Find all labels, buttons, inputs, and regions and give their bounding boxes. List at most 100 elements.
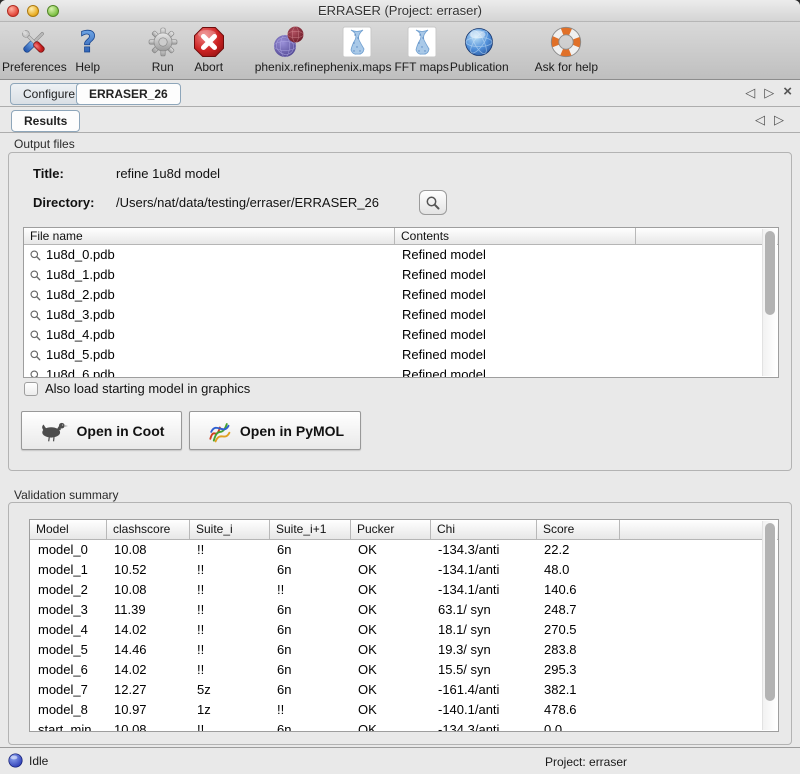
scrollbar-thumb[interactable] [765,231,775,315]
table-cell: OK [350,640,430,660]
table-cell: !! [269,700,350,720]
browse-directory-button[interactable] [419,190,447,215]
table-cell: OK [350,660,430,680]
toolbar-label: Run [152,60,174,74]
toolbar-button-publication[interactable]: Publication [450,22,509,74]
table-row[interactable]: model_210.08!!!!OK-134.1/anti140.6 [30,580,778,600]
table-cell: 283.8 [536,640,619,660]
table-row[interactable]: model_514.46!!6nOK19.3/ syn283.8 [30,640,778,660]
toolbar-button-phenix-maps[interactable]: phenix.maps [323,22,391,74]
window-title: ERRASER (Project: erraser) [0,3,800,18]
file-table-scrollbar[interactable] [762,229,777,376]
file-row[interactable]: 1u8d_6.pdb Refined model [24,365,778,378]
column-header-file-name[interactable]: File name [24,228,394,244]
table-cell: !! [189,660,269,680]
column-header-empty[interactable] [635,228,778,244]
column-header-suite-i1[interactable]: Suite_i+1 [269,520,350,539]
file-name: 1u8d_2.pdb [46,285,115,305]
table-cell: !! [269,580,350,600]
toolbar-button-phenix-refine[interactable]: phenix.refine [255,22,324,74]
table-cell: model_6 [30,660,106,680]
table-cell: 10.08 [106,580,189,600]
table-cell: 6n [269,620,350,640]
svg-text:?: ? [79,26,96,58]
table-cell: 6n [269,540,350,560]
table-cell: !! [189,640,269,660]
column-header-clashscore[interactable]: clashscore [106,520,189,539]
table-row[interactable]: model_414.02!!6nOK18.1/ syn270.5 [30,620,778,640]
table-row[interactable]: model_614.02!!6nOK15.5/ syn295.3 [30,660,778,680]
column-header-score[interactable]: Score [536,520,619,539]
table-cell: model_2 [30,580,106,600]
table-row[interactable]: model_110.52!!6nOK-134.1/anti48.0 [30,560,778,580]
toolbar-button-help[interactable]: ? Help [73,22,103,74]
toolbar-button-ask-for-help[interactable]: Ask for help [535,22,598,74]
toolbar-button-fft-maps[interactable]: FFT maps [394,22,448,74]
table-cell: OK [350,540,430,560]
column-header-model[interactable]: Model [30,520,106,539]
table-row[interactable]: start_min10.08!!6nOK-134.3/anti0.0 [30,720,778,732]
table-cell: 12.27 [106,680,189,700]
toolbar-button-preferences[interactable]: Preferences [2,22,67,74]
directory-value: /Users/nat/data/testing/erraser/ERRASER_… [116,195,379,210]
table-cell: 19.3/ syn [430,640,536,660]
table-cell: OK [350,680,430,700]
table-cell: 10.08 [106,720,189,732]
button-label: Open in Coot [77,423,165,439]
toolbar-button-run[interactable]: Run [147,22,179,74]
title-value: refine 1u8d model [116,166,220,181]
table-row[interactable]: model_810.971z!!OK-140.1/anti478.6 [30,700,778,720]
table-cell: OK [350,700,430,720]
magnifier-icon [29,269,42,282]
table-cell: 10.08 [106,540,189,560]
file-contents: Refined model [394,365,635,378]
tab-scroll-left-icon[interactable]: ◁ [755,112,765,128]
file-row[interactable]: 1u8d_4.pdbRefined model [24,325,778,345]
scrollbar-thumb[interactable] [765,523,775,701]
file-row[interactable]: 1u8d_2.pdbRefined model [24,285,778,305]
file-name: 1u8d_6.pdb [46,365,115,378]
table-row[interactable]: model_311.39!!6nOK63.1/ syn248.7 [30,600,778,620]
toolbar-label: Preferences [2,60,67,74]
validation-table-scrollbar[interactable] [762,521,777,730]
file-contents: Refined model [394,245,635,265]
table-cell: 6n [269,640,350,660]
open-in-coot-button[interactable]: Open in Coot [21,411,182,450]
abort-octagon-icon [193,25,225,59]
table-cell: !! [189,580,269,600]
status-sphere-icon [8,753,23,768]
column-header-contents[interactable]: Contents [394,228,635,244]
file-row[interactable]: 1u8d_3.pdbRefined model [24,305,778,325]
file-row[interactable]: 1u8d_5.pdbRefined model [24,345,778,365]
file-name: 1u8d_0.pdb [46,245,115,265]
file-row[interactable]: 1u8d_1.pdbRefined model [24,265,778,285]
load-starting-model-checkbox[interactable] [24,382,38,396]
table-cell: 382.1 [536,680,619,700]
open-in-pymol-button[interactable]: Open in PyMOL [189,411,361,450]
column-header-suite-i[interactable]: Suite_i [189,520,269,539]
validation-table-body: model_010.08!!6nOK-134.3/anti22.2model_1… [30,540,778,732]
tab-scroll-left-icon[interactable]: ◁ [745,85,755,101]
table-cell: 140.6 [536,580,619,600]
toolbar-button-abort[interactable]: Abort [193,22,225,74]
tab-scroll-right-icon[interactable]: ▷ [774,112,784,128]
table-row[interactable]: model_010.08!!6nOK-134.3/anti22.2 [30,540,778,560]
tab-close-icon[interactable]: × [783,85,792,101]
table-cell: model_8 [30,700,106,720]
table-cell: model_1 [30,560,106,580]
tab-scroll-right-icon[interactable]: ▷ [764,85,774,101]
table-cell: 5z [189,680,269,700]
column-header-empty[interactable] [619,520,778,539]
column-header-chi[interactable]: Chi [430,520,536,539]
file-table-header: File name Contents [24,228,778,245]
tab-erraser-26[interactable]: ERRASER_26 [76,83,181,105]
validation-summary-groupbox: Model clashscore Suite_i Suite_i+1 Pucke… [8,502,792,745]
status-project: Project: erraser [545,755,627,769]
table-cell: -134.1/anti [430,580,536,600]
table-row[interactable]: model_712.275z6nOK-161.4/anti382.1 [30,680,778,700]
column-header-pucker[interactable]: Pucker [350,520,430,539]
tab-results[interactable]: Results [11,110,80,132]
file-row[interactable]: 1u8d_0.pdb Refined model [24,245,778,265]
table-cell: !! [189,620,269,640]
density-map-icon [342,25,372,59]
